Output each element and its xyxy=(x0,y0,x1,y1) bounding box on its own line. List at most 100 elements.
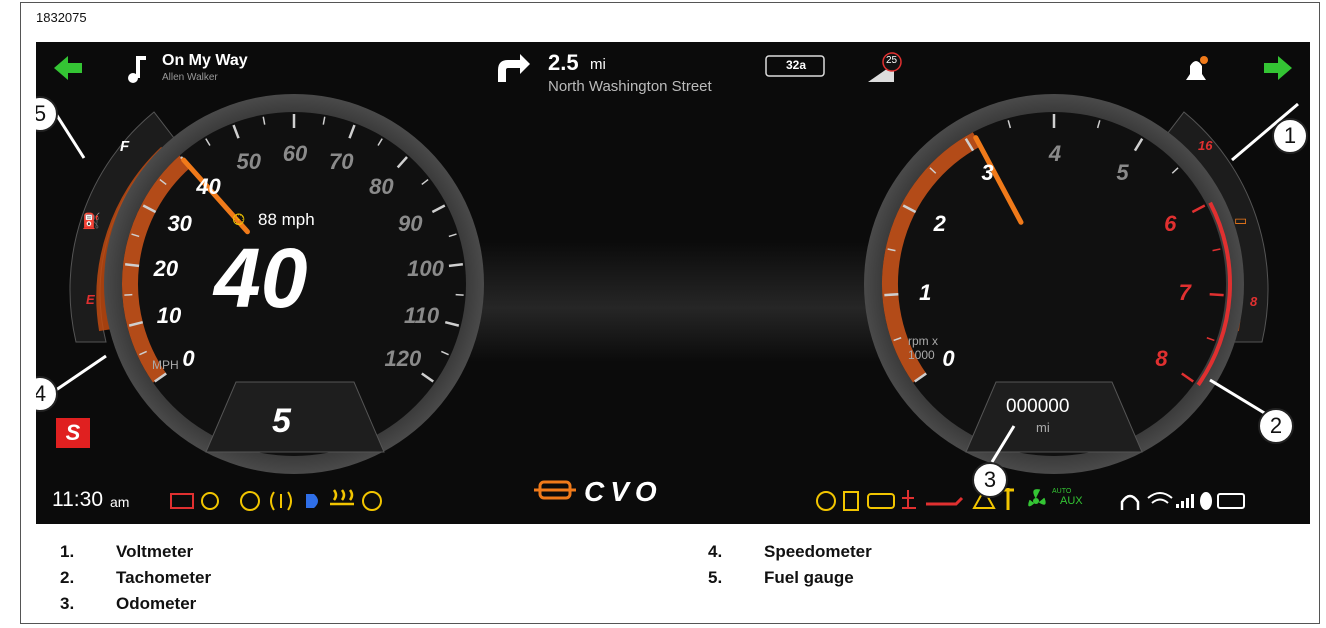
left-turn-signal-icon xyxy=(54,56,82,80)
speedometer-tick-label: 80 xyxy=(369,173,394,199)
legend-item-3: 3. Odometer xyxy=(60,594,196,614)
tachometer-tick-label: 5 xyxy=(1116,159,1129,185)
song-title: On My Way xyxy=(162,52,248,69)
fuel-full-label: F xyxy=(120,138,130,155)
speedometer-tick-label: 50 xyxy=(236,149,261,175)
fog-lamp-icon xyxy=(270,491,292,511)
battery-icon: ▭ xyxy=(1234,212,1248,228)
bluetooth-icon xyxy=(1200,492,1212,510)
sport-mode-badge: S xyxy=(56,418,90,448)
legend-number: 3. xyxy=(60,594,75,613)
headset-icon xyxy=(1120,494,1140,510)
tachometer-unit-line1: rpm x xyxy=(908,334,938,348)
legend-item-4: 4. Speedometer xyxy=(708,542,872,562)
abs-warning-icon xyxy=(240,491,260,511)
tachometer-tick xyxy=(884,292,899,297)
high-beam-icon xyxy=(306,494,318,508)
oil-pressure-icon xyxy=(926,496,964,506)
wifi-icon xyxy=(1147,492,1173,504)
speedometer-tick-label: 40 xyxy=(196,173,221,199)
song-artist: Allen Walker xyxy=(162,72,218,83)
legend-number: 5. xyxy=(708,568,723,587)
callout-4-leader xyxy=(55,354,107,392)
phone-battery-icon xyxy=(1217,493,1245,509)
tachometer-unit-line2: 1000 xyxy=(908,348,935,362)
instrument-cluster: On My Way Allen Walker 2.5 mi North Wash… xyxy=(36,42,1310,524)
speedometer-tick-label: 110 xyxy=(404,302,440,328)
speedometer-tick-label: 70 xyxy=(328,149,354,175)
legend-number: 4. xyxy=(708,542,723,561)
speedometer-unit: MPH xyxy=(152,358,179,372)
legend-label: Speedometer xyxy=(764,542,872,561)
check-engine-icon xyxy=(867,493,895,509)
callout-2: 2 xyxy=(1258,408,1294,444)
low-fuel-icon xyxy=(843,491,859,511)
speedometer-tick xyxy=(124,293,133,296)
tachometer-tick-label: 7 xyxy=(1178,279,1191,305)
speedometer-tick-label: 100 xyxy=(407,255,444,281)
tachometer-tick xyxy=(1209,292,1224,297)
legend-number: 2. xyxy=(60,568,75,587)
legend-label: Voltmeter xyxy=(116,542,194,561)
voltmeter-top-label: 16 xyxy=(1198,138,1213,153)
cruise-control-icon: ⏲ xyxy=(232,210,246,229)
speedometer-tick-label: 90 xyxy=(398,210,423,236)
engine-temperature-icon xyxy=(902,490,916,509)
auto-label: AUTO xyxy=(1052,488,1072,495)
gear-indicator: 5 xyxy=(272,402,291,440)
odometer-unit: mi xyxy=(1036,420,1050,435)
legend-label: Tachometer xyxy=(116,568,212,587)
speedometer-tick-label: 30 xyxy=(167,210,192,236)
nav-distance-unit: mi xyxy=(590,56,606,73)
route-badge-label: 32a xyxy=(786,58,807,72)
legend-item-5: 5. Fuel gauge xyxy=(708,568,854,588)
legend-item-1: 1. Voltmeter xyxy=(60,542,193,562)
legend-number: 1. xyxy=(60,542,75,561)
nav-distance-value: 2.5 xyxy=(548,50,579,75)
tachometer-tick-label: 0 xyxy=(942,345,955,371)
fuel-empty-label: E xyxy=(86,292,95,307)
gear-window xyxy=(205,381,385,453)
hill-hold-icon xyxy=(362,491,382,511)
auto-fan-icon xyxy=(1028,489,1046,507)
speedometer-tick-label: 10 xyxy=(156,302,182,328)
traction-control-icon xyxy=(201,492,219,510)
speedometer-tick xyxy=(448,263,463,268)
speedometer-tick-label: 120 xyxy=(384,345,422,371)
legend-label: Odometer xyxy=(116,594,197,613)
voltmeter-bottom-label: 8 xyxy=(1250,294,1258,309)
legend-item-2: 2. Tachometer xyxy=(60,568,211,588)
callout-3: 3 xyxy=(972,462,1008,498)
tachometer-tick-label: 4 xyxy=(1048,141,1062,166)
callout-5-leader xyxy=(54,113,86,159)
clock-time: 11:30 xyxy=(52,488,103,511)
speedometer-tick xyxy=(455,293,464,296)
right-turn-signal-icon xyxy=(1264,56,1292,80)
legend-label: Fuel gauge xyxy=(764,568,854,587)
odometer-value: 000000 xyxy=(1006,396,1070,417)
heated-seat-icon xyxy=(330,489,354,506)
speedometer-tick-label: 60 xyxy=(282,141,308,166)
tachometer-tick-label: 1 xyxy=(919,279,932,305)
signal-strength-icon xyxy=(1176,494,1194,508)
tachometer-tick-label: 6 xyxy=(1164,210,1177,236)
tachometer-tick-label: 2 xyxy=(933,210,946,236)
tire-pressure-icon xyxy=(816,491,836,511)
speedometer-tick xyxy=(125,263,140,268)
turn-right-arrow-icon xyxy=(498,54,530,82)
speedometer-tick-label: 20 xyxy=(153,255,179,281)
clock-ampm: am xyxy=(110,494,130,510)
nav-street-name: North Washington Street xyxy=(548,78,712,95)
center-panel xyxy=(456,242,896,362)
harley-davidson-logo xyxy=(534,480,576,500)
figure-id: 1832075 xyxy=(36,10,87,25)
callout-1: 1 xyxy=(1272,118,1308,154)
battery-warning-icon xyxy=(170,493,194,509)
music-note-icon xyxy=(128,56,146,83)
cruise-set-speed: 88 mph xyxy=(258,210,315,229)
fuel-pump-icon: ⛽ xyxy=(82,213,101,230)
temperature-badge-label: 25 xyxy=(886,55,898,66)
tachometer-tick-label: 3 xyxy=(981,159,994,185)
tachometer-tick-label: 8 xyxy=(1155,345,1168,371)
current-speed: 40 xyxy=(214,231,308,325)
